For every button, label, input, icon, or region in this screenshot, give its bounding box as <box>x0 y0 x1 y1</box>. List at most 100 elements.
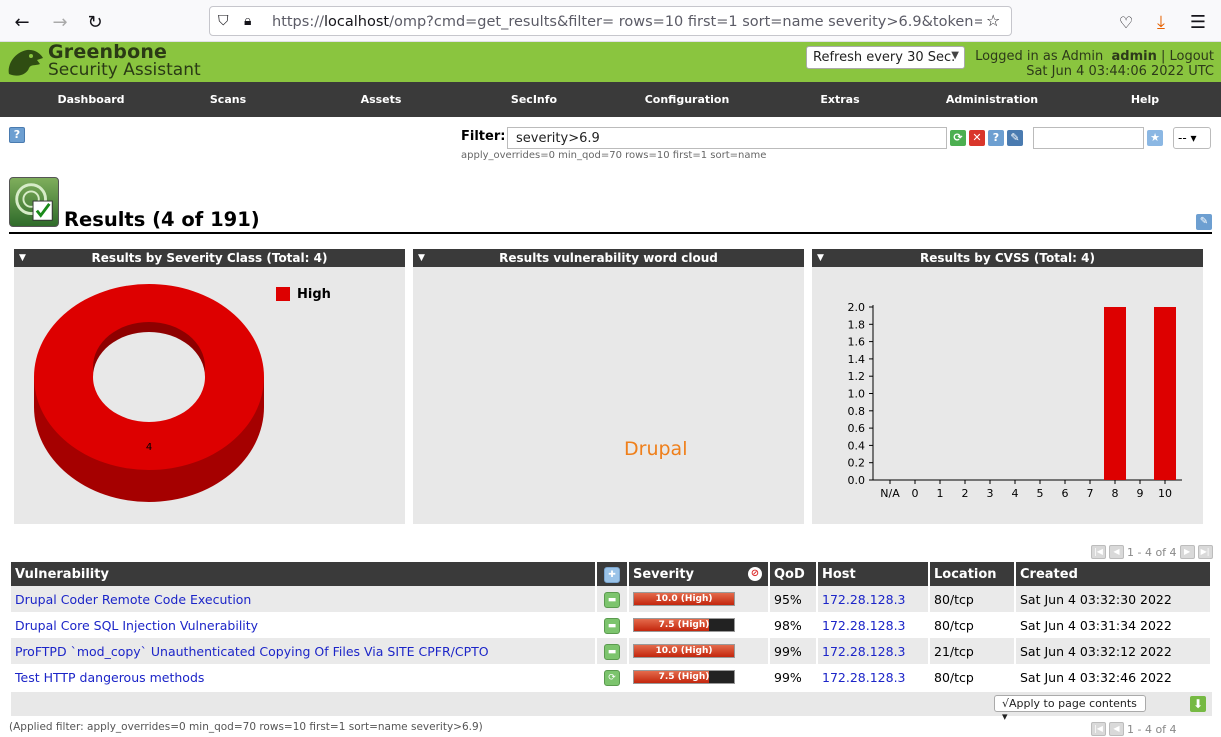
y-tick-label: 2.0 <box>848 301 866 314</box>
x-tick-label: 6 <box>1062 487 1069 500</box>
filter-name-input[interactable] <box>1033 127 1144 149</box>
col-vulnerability[interactable]: Vulnerability <box>11 562 597 586</box>
first-page-icon[interactable]: |◀ <box>1091 545 1106 559</box>
cvss-panel: ▼ Results by CVSS (Total: 4) 0.0 0.2 0.4 0.… <box>812 249 1203 524</box>
bottom-pager: |◀ ◀ 1 - 4 of 4 <box>1091 722 1177 736</box>
y-tick-label: 1.0 <box>848 388 866 401</box>
host-cell: 172.28.128.3 <box>817 638 930 664</box>
host-cell: 172.28.128.3 <box>817 664 930 690</box>
nav-dashboard[interactable]: Dashboard <box>57 93 124 106</box>
nav-secinfo[interactable]: SecInfo <box>511 93 557 106</box>
host-link[interactable]: 172.28.128.3 <box>822 592 906 607</box>
main-nav: Dashboard Scans Assets SecInfo Configura… <box>0 82 1221 117</box>
y-tick-label: 0.8 <box>848 405 866 418</box>
qod-cell: 95% <box>769 586 818 612</box>
y-tick-label: 0.2 <box>848 457 866 470</box>
vulnerability-link[interactable]: Drupal Coder Remote Code Execution <box>15 592 251 607</box>
filter-input[interactable]: severity>6.9 <box>507 127 947 149</box>
col-severity[interactable]: Severity ⊘ <box>628 562 770 586</box>
lock-icon[interactable]: 🔒︎ <box>244 13 251 29</box>
url-bar[interactable]: ⛉ 🔒︎ https://localhost/omp?cmd=get_resul… <box>209 6 1012 36</box>
table-row: ProFTPD `mod_copy` Unauthenticated Copyi… <box>11 638 1212 664</box>
collapse-triangle-icon[interactable]: ▼ <box>19 249 26 267</box>
panel-header[interactable]: ▼ Results by Severity Class (Total: 4) <box>14 249 405 267</box>
export-download-icon[interactable]: ⬇ <box>1190 696 1206 712</box>
logout-link[interactable]: Logout <box>1169 49 1214 64</box>
wrench-icon[interactable]: ✎ <box>1196 214 1212 230</box>
nav-assets[interactable]: Assets <box>361 93 402 106</box>
severity-cell: 7.5 (High) <box>628 612 770 638</box>
nav-extras[interactable]: Extras <box>820 93 859 106</box>
applied-filter-text: (Applied filter: apply_overrides=0 min_q… <box>9 721 483 733</box>
bar-10 <box>1154 307 1176 480</box>
nav-configuration[interactable]: Configuration <box>645 93 730 106</box>
last-page-icon[interactable]: ▶| <box>1197 545 1213 559</box>
help-icon[interactable]: ? <box>9 127 25 143</box>
word-cloud-panel: ▼ Results vulnerability word cloud Drupa… <box>413 249 804 524</box>
col-solution-type[interactable]: ✚ <box>596 562 629 586</box>
vulnerability-link[interactable]: ProFTPD `mod_copy` Unauthenticated Copyi… <box>15 644 489 659</box>
apply-to-select[interactable]: √Apply to page contents ▾ <box>994 695 1146 723</box>
donut-count-label: 4 <box>146 442 152 453</box>
host-link[interactable]: 172.28.128.3 <box>822 644 906 659</box>
created-cell: Sat Jun 4 03:32:30 2022 <box>1015 586 1212 612</box>
legend-swatch-high <box>276 287 290 301</box>
solution-type-cell: ▬ <box>596 612 629 638</box>
shield-icon[interactable]: ⛉ <box>218 13 229 29</box>
title-divider <box>9 232 1212 234</box>
back-arrow-icon[interactable]: ← <box>8 8 36 36</box>
location-cell: 80/tcp <box>929 664 1016 690</box>
x-tick-label: 4 <box>1012 487 1019 500</box>
chevron-down-icon: ▼ <box>951 50 959 61</box>
host-link[interactable]: 172.28.128.3 <box>822 618 906 633</box>
x-tick-label: 3 <box>987 487 994 500</box>
bar-8 <box>1104 307 1126 480</box>
vulnerability-cell: Drupal Core SQL Injection Vulnerability <box>11 612 597 638</box>
refresh-interval-select[interactable]: Refresh every 30 Sec. ▼ <box>806 46 965 69</box>
col-host[interactable]: Host <box>817 562 930 586</box>
y-tick-label: 1.4 <box>848 353 866 366</box>
download-icon[interactable]: ⤓ <box>1147 8 1175 36</box>
prev-page-icon[interactable]: ◀ <box>1109 545 1124 559</box>
x-tick-label: 1 <box>937 487 944 500</box>
qod-cell: 99% <box>769 638 818 664</box>
word-cloud-word[interactable]: Drupal <box>624 438 687 460</box>
y-tick-label: 1.6 <box>848 336 866 349</box>
reload-icon[interactable]: ↻ <box>81 8 109 36</box>
edit-filter-icon[interactable]: ✎ <box>1007 130 1023 146</box>
col-qod[interactable]: QoD <box>769 562 818 586</box>
url-text[interactable]: https://localhost/omp?cmd=get_results&fi… <box>272 14 982 30</box>
reset-filter-icon[interactable]: ✕ <box>969 130 985 146</box>
nav-administration[interactable]: Administration <box>946 93 1038 106</box>
panel-header[interactable]: ▼ Results vulnerability word cloud <box>413 249 804 267</box>
col-created[interactable]: Created <box>1015 562 1212 586</box>
host-cell: 172.28.128.3 <box>817 586 930 612</box>
nav-scans[interactable]: Scans <box>210 93 246 106</box>
location-cell: 80/tcp <box>929 586 1016 612</box>
table-row: Test HTTP dangerous methods ⟳ 7.5 (High) 99… <box>11 664 1212 690</box>
vulnerability-link[interactable]: Drupal Core SQL Injection Vulnerability <box>15 618 258 633</box>
y-tick-label: 0.6 <box>848 422 866 435</box>
first-page-icon[interactable]: |◀ <box>1091 722 1106 736</box>
forward-arrow-icon[interactable]: → <box>46 8 74 36</box>
menu-icon[interactable]: ☰ <box>1184 8 1212 36</box>
save-filter-icon[interactable]: ★ <box>1147 130 1163 146</box>
nav-help[interactable]: Help <box>1131 93 1159 106</box>
vulnerability-link[interactable]: Test HTTP dangerous methods <box>15 670 204 685</box>
username-link[interactable]: admin <box>1111 49 1156 64</box>
filter-help-icon[interactable]: ? <box>988 130 1004 146</box>
bookmark-star-icon[interactable]: ☆ <box>986 11 1000 30</box>
host-link[interactable]: 172.28.128.3 <box>822 670 906 685</box>
override-icon[interactable]: ⊘ <box>748 567 762 581</box>
saved-filter-select[interactable]: -- ▾ <box>1173 127 1211 149</box>
server-datetime: Sat Jun 4 03:44:06 2022 UTC <box>1026 64 1214 79</box>
refresh-filter-icon[interactable]: ⟳ <box>950 130 966 146</box>
col-location[interactable]: Location <box>929 562 1016 586</box>
collapse-triangle-icon[interactable]: ▼ <box>418 249 425 267</box>
severity-cell: 10.0 (High) <box>628 586 770 612</box>
prev-page-icon[interactable]: ◀ <box>1109 722 1124 736</box>
x-tick-label: 8 <box>1112 487 1119 500</box>
pocket-icon[interactable]: ♡ <box>1112 8 1140 36</box>
severity-class-panel: ▼ Results by Severity Class (Total: 4) 4… <box>14 249 405 524</box>
next-page-icon[interactable]: ▶ <box>1179 545 1195 559</box>
